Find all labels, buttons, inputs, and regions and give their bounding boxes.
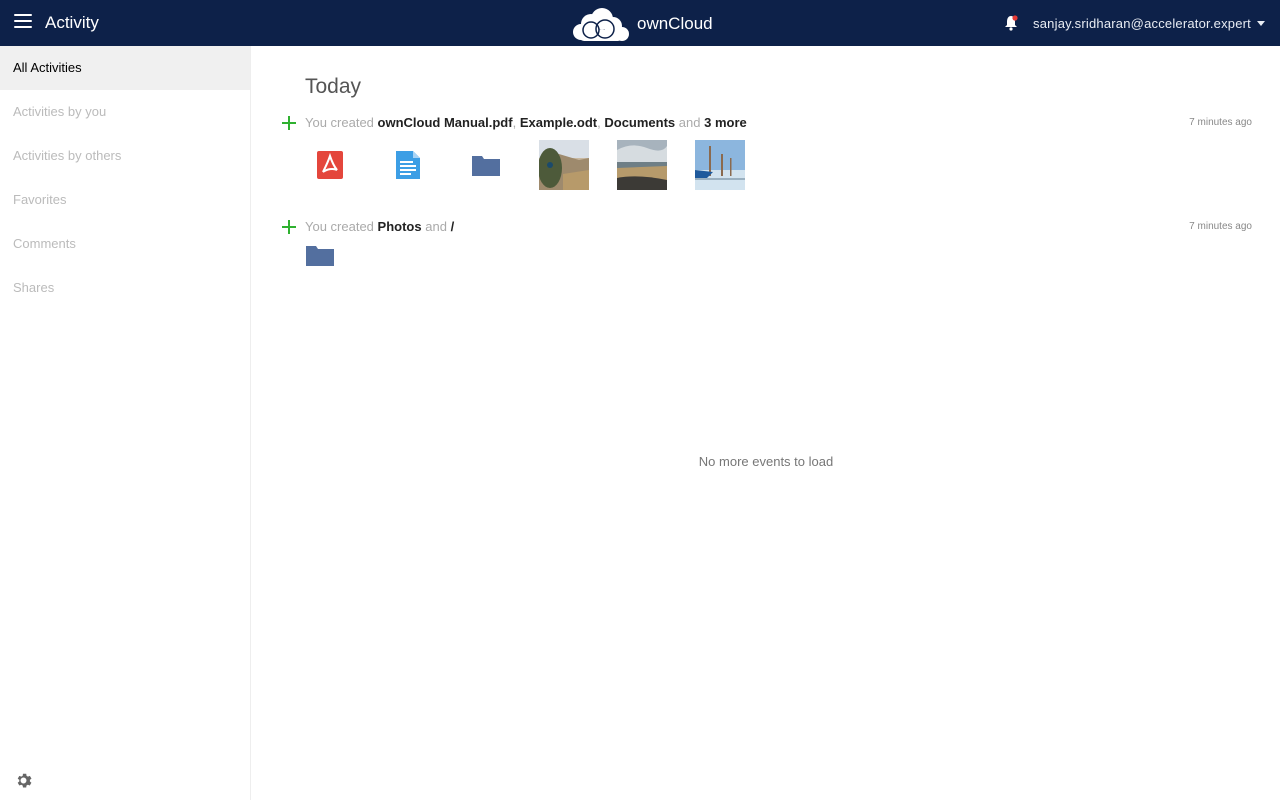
sidebar-item-comments[interactable]: Comments <box>0 222 250 266</box>
folder-link[interactable]: Documents <box>604 115 675 130</box>
top-header: Activity ownCloud sanjay.sridharan@accel… <box>0 0 1280 46</box>
activity-conjunction: and <box>425 219 447 234</box>
pdf-icon <box>317 151 343 179</box>
photo-preview-image <box>617 140 667 190</box>
root-folder-link[interactable]: / <box>451 219 455 234</box>
sidebar-item-all-activities[interactable]: All Activities <box>0 46 250 90</box>
more-link[interactable]: 3 more <box>704 115 747 130</box>
activity-text: You created ownCloud Manual.pdf, Example… <box>305 115 747 130</box>
brand-name: ownCloud <box>637 14 713 33</box>
gear-icon[interactable] <box>15 772 32 789</box>
user-email: sanjay.sridharan@accelerator.expert <box>1033 16 1251 31</box>
user-menu[interactable]: sanjay.sridharan@accelerator.expert <box>1033 16 1265 31</box>
folder-icon <box>472 156 500 176</box>
photo-thumbnail[interactable] <box>695 140 745 190</box>
notification-bell-icon[interactable] <box>1004 15 1018 31</box>
app-title[interactable]: Activity <box>45 13 99 33</box>
file-link[interactable]: ownCloud Manual.pdf <box>378 115 513 130</box>
preview-row <box>305 140 773 190</box>
pdf-file-thumbnail[interactable] <box>305 140 355 190</box>
document-file-thumbnail[interactable] <box>383 140 433 190</box>
no-more-events-text: No more events to load <box>698 454 834 469</box>
day-heading: Today <box>305 75 362 98</box>
activity-prefix: You created <box>305 115 374 130</box>
text-document-icon <box>396 151 420 179</box>
folder-icon <box>306 246 334 266</box>
preview-row <box>305 240 363 270</box>
menu-icon[interactable] <box>14 14 32 32</box>
sidebar-item-favorites[interactable]: Favorites <box>0 178 250 222</box>
cloud-logo-icon <box>573 8 629 41</box>
activity-conjunction: and <box>678 115 701 130</box>
photo-preview-image <box>539 140 589 190</box>
photo-preview-image <box>695 140 745 190</box>
activity-timestamp: 7 minutes ago <box>1189 117 1252 128</box>
sidebar-item-activities-by-others[interactable]: Activities by others <box>0 134 250 178</box>
activity-text: You created Photos and / <box>305 219 454 234</box>
file-link[interactable]: Example.odt <box>520 115 597 130</box>
plus-icon <box>282 220 296 234</box>
activity-timestamp: 7 minutes ago <box>1189 221 1252 232</box>
photo-thumbnail[interactable] <box>539 140 589 190</box>
plus-icon <box>282 116 296 130</box>
folder-link[interactable]: Photos <box>378 219 422 234</box>
brand-logo[interactable]: ownCloud <box>569 6 713 42</box>
folder-thumbnail[interactable] <box>461 140 511 190</box>
activity-stream: Today You created ownCloud Manual.pdf, E… <box>252 46 1280 800</box>
sidebar: All Activities Activities by you Activit… <box>0 46 251 800</box>
chevron-down-icon <box>1257 21 1265 26</box>
sidebar-item-shares[interactable]: Shares <box>0 266 250 310</box>
sidebar-item-activities-by-you[interactable]: Activities by you <box>0 90 250 134</box>
folder-thumbnail[interactable] <box>305 240 335 270</box>
activity-prefix: You created <box>305 219 374 234</box>
photo-thumbnail[interactable] <box>617 140 667 190</box>
